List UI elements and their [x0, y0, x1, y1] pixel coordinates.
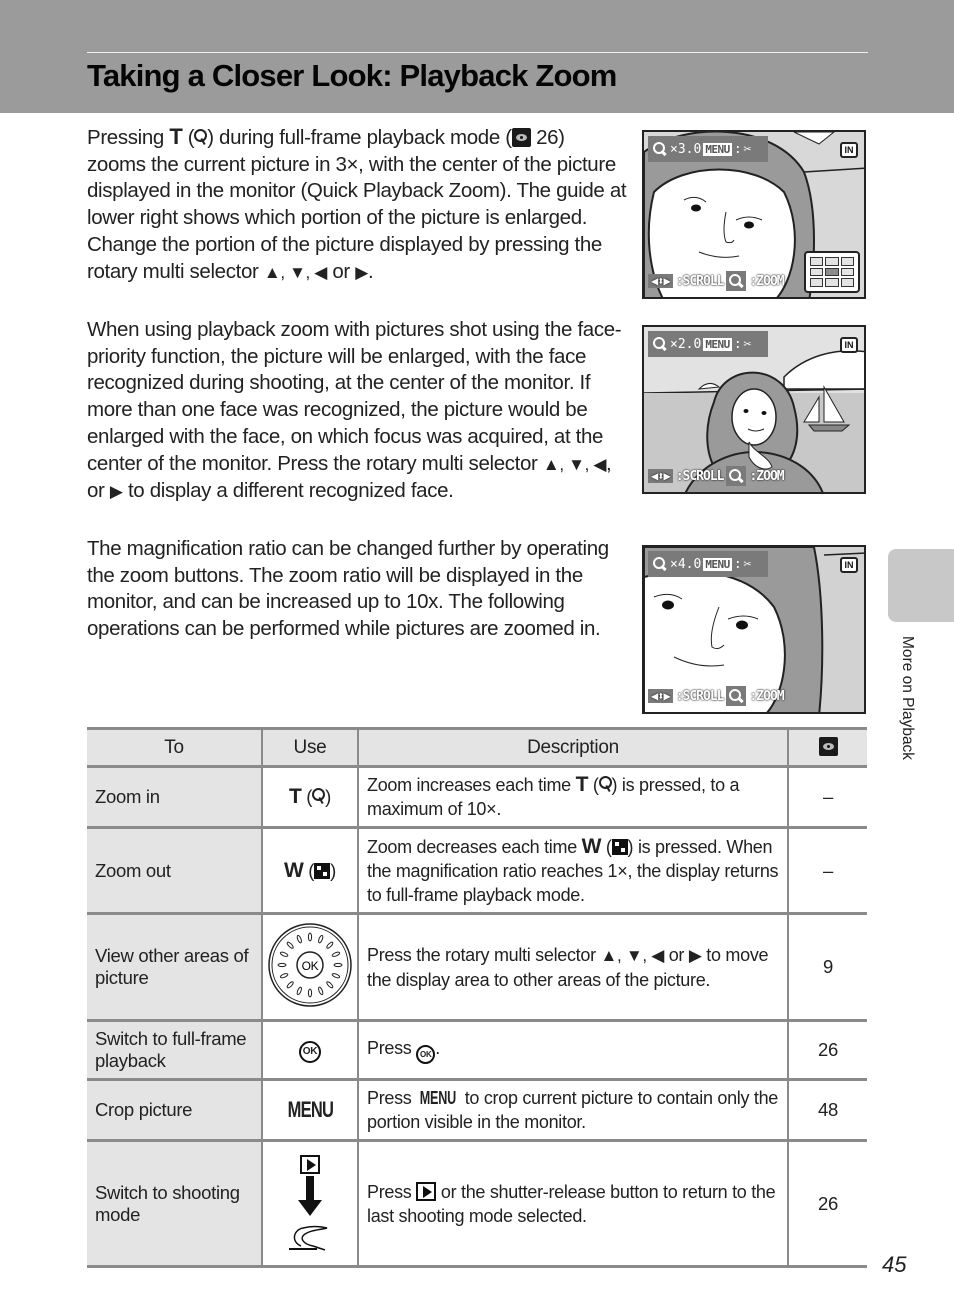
zoom-icon — [726, 466, 747, 486]
scissors-icon: ✂ — [743, 141, 752, 157]
t-button-label: T — [169, 124, 183, 149]
zoom-in-icon — [194, 128, 208, 146]
page-ref: – — [787, 826, 867, 915]
page-ref: 26 — [787, 1019, 867, 1081]
dial-tick — [277, 962, 287, 967]
page-ref: – — [787, 765, 867, 829]
page-ref: 9 — [787, 912, 867, 1022]
internal-memory-icon: IN — [840, 337, 858, 353]
dial-tick — [333, 962, 343, 967]
header-rule — [87, 52, 868, 53]
header-band — [0, 0, 954, 113]
table-row: Zoom out W () Zoom decreases each time W… — [87, 826, 867, 915]
page-ref: 48 — [787, 1078, 867, 1142]
zoom-icon — [726, 271, 747, 291]
scissors-icon: ✂ — [743, 336, 752, 352]
ok-button-icon: OK — [416, 1045, 436, 1064]
shutter-release-button-icon — [289, 1225, 328, 1251]
arrow-icons: ▲, ▼, ◀ — [542, 454, 607, 474]
zoom-icon — [652, 141, 668, 157]
magnification-paragraph: The magnification ratio can be changed f… — [87, 537, 609, 641]
page-title: Taking a Closer Look: Playback Zoom — [87, 58, 617, 93]
table-row: Switch to shooting mode Press or the shu… — [87, 1139, 867, 1268]
zoom-in-icon — [312, 787, 326, 805]
table-row: Crop picture MENU Press MENU to crop cur… — [87, 1078, 867, 1142]
table-row: Zoom in T () Zoom increases each time T … — [87, 765, 867, 829]
right-arrow-icon: ▶ — [109, 482, 123, 502]
zoom-indicator: ×4.0 MENU : ✂ — [648, 551, 768, 577]
playback-button-icon — [416, 1181, 437, 1201]
scroll-zoom-guide: ◀⬍▶ :SCROLL :ZOOM — [648, 684, 785, 708]
zoom-indicator: ×3.0 MENU : ✂ — [648, 136, 768, 162]
header-description: Description — [357, 727, 789, 768]
menu-button-label: MENU — [419, 1088, 457, 1108]
header-page-ref — [787, 727, 867, 768]
internal-memory-icon: IN — [840, 142, 858, 158]
header-use: Use — [261, 727, 359, 768]
t-button-label: T — [288, 785, 302, 808]
header-to: To — [87, 727, 263, 768]
internal-memory-icon: IN — [840, 557, 858, 573]
section-tab[interactable] — [888, 549, 954, 622]
table-header-row: To Use Description — [87, 727, 867, 768]
page-ref-icon — [511, 128, 531, 147]
scissors-icon: ✂ — [743, 556, 752, 572]
arrow-icons: ▲, ▼, ◀ — [263, 262, 328, 282]
dial-tick — [307, 988, 313, 997]
zoom-in-icon — [598, 775, 612, 793]
zoom-position-guide — [804, 251, 860, 293]
page-number: 45 — [882, 1252, 907, 1277]
section-tab-label: More on Playback — [899, 636, 916, 761]
zoom-operations-table: To Use Description Zoom in T () Zoom inc… — [87, 727, 867, 1268]
ok-label: OK — [302, 959, 319, 973]
zoom-icon — [652, 556, 668, 572]
w-button-label: W — [283, 858, 304, 882]
arrow-icons: ▲, ▼, ◀ — [600, 945, 665, 965]
ok-button-icon: OK — [299, 1041, 321, 1063]
multi-selector-arrows-icon: ◀⬍▶ — [648, 469, 673, 483]
intro-paragraph: Pressing T () during full-frame playback… — [87, 124, 627, 283]
zoom-indicator: ×2.0 MENU : ✂ — [648, 331, 768, 357]
menu-button-label: MENU — [287, 1097, 333, 1122]
camera-screen-zoom-2x: ×2.0 MENU : ✂ IN ◀⬍▶ :SCROLL :ZOOM — [642, 325, 866, 494]
playback-button-icon — [300, 1155, 320, 1174]
page-ref-link[interactable]: 26) — [531, 126, 565, 149]
zoom-icon — [652, 336, 668, 352]
thumbnail-icon — [611, 838, 628, 855]
face-priority-paragraph: When using playback zoom with pictures s… — [87, 318, 622, 503]
dial-tick — [307, 932, 313, 941]
multi-selector-arrows-icon: ◀⬍▶ — [648, 689, 673, 703]
right-arrow-icon: ▶ — [688, 945, 702, 965]
right-arrow-icon: ▶ — [355, 262, 368, 282]
zoom-icon — [726, 686, 747, 706]
camera-screen-zoom-4x: ×4.0 MENU : ✂ IN ◀⬍▶ :SCROLL :ZOOM — [642, 545, 866, 714]
page-ref-icon — [818, 736, 838, 756]
playback-to-shutter-sequence — [263, 1155, 357, 1252]
scroll-zoom-guide: ◀⬍▶ :SCROLL :ZOOM — [648, 464, 785, 488]
table-row: Switch to full-frame playback OK Press O… — [87, 1019, 867, 1081]
down-arrow-icon — [298, 1176, 322, 1216]
camera-screen-zoom-3x: ×3.0 MENU : ✂ IN ◀⬍▶ :SCROLL :ZOOM — [642, 130, 866, 299]
thumbnail-icon — [314, 862, 331, 879]
multi-selector-arrows-icon: ◀⬍▶ — [648, 274, 673, 288]
rotary-multi-selector-icon: OK — [268, 922, 352, 1007]
page-ref: 26 — [787, 1139, 867, 1268]
table-row: View other areas of picture OK Press the… — [87, 912, 867, 1022]
scroll-zoom-guide: ◀⬍▶ :SCROLL :ZOOM — [648, 269, 785, 293]
